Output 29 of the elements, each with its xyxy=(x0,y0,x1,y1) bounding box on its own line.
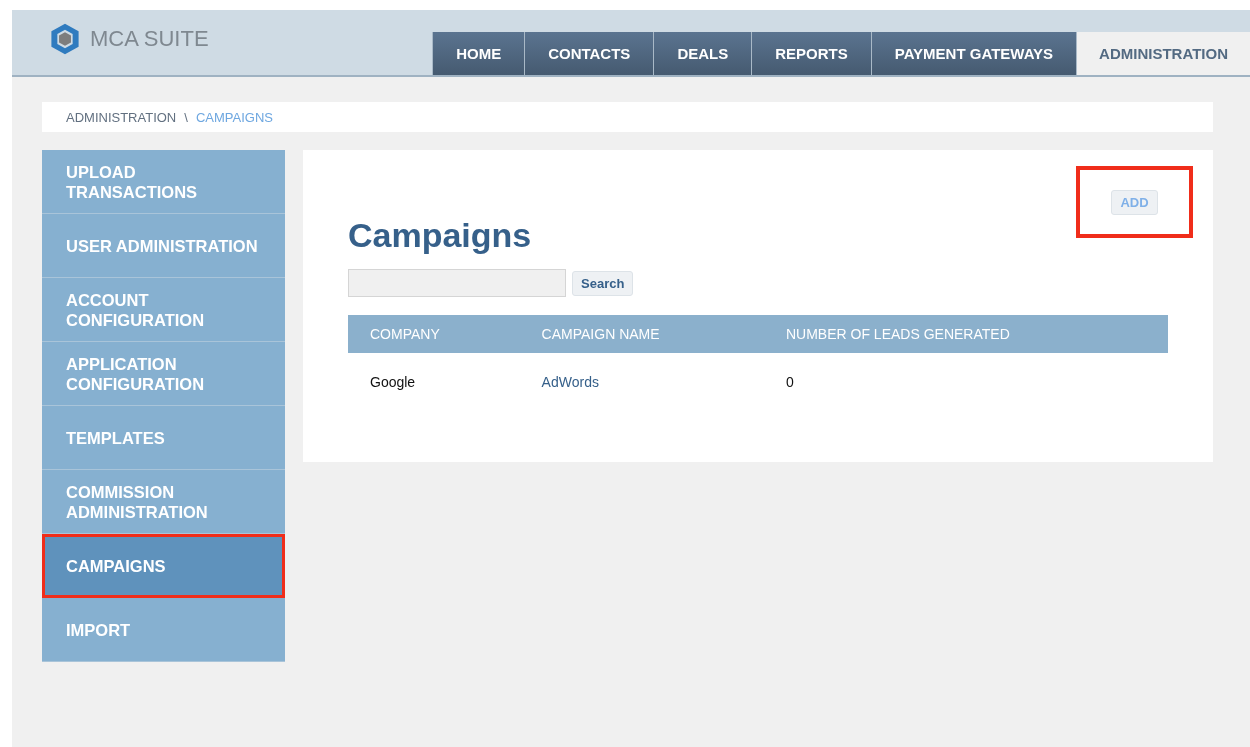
breadcrumb-link[interactable]: CAMPAIGNS xyxy=(195,109,273,125)
nav-tab[interactable]: DEALS xyxy=(653,32,752,75)
campaign-link[interactable]: AdWords xyxy=(541,374,599,390)
logo-text: MCA SUITE xyxy=(90,26,209,52)
search-button[interactable]: Search xyxy=(572,270,634,296)
column-header: NUMBER OF LEADS GENERATED xyxy=(764,315,1168,353)
nav-tab[interactable]: HOME xyxy=(432,32,525,75)
sidebar-item[interactable]: USER ADMINISTRATION xyxy=(42,214,285,278)
sidebar-item[interactable]: ACCOUNT CONFIGURATION xyxy=(42,278,285,342)
breadcrumb-link[interactable]: ADMINISTRATION xyxy=(66,109,177,125)
logo-icon xyxy=(48,22,82,56)
sidebar-item[interactable]: UPLOAD TRANSACTIONS xyxy=(42,150,285,214)
add-button[interactable]: ADD xyxy=(1111,189,1158,215)
table-cell: 0 xyxy=(786,374,794,390)
breadcrumb-separator: \ xyxy=(184,109,188,125)
nav-tab[interactable]: ADMINISTRATION xyxy=(1076,32,1250,75)
sidebar-item[interactable]: TEMPLATES xyxy=(42,406,285,470)
search-field[interactable] xyxy=(348,269,566,297)
sidebar-item[interactable]: CAMPAIGNS xyxy=(42,534,285,598)
nav-tab[interactable]: REPORTS xyxy=(751,32,871,75)
table-cell: Google xyxy=(370,374,416,390)
sidebar-item[interactable]: IMPORT xyxy=(42,598,285,662)
column-header: CAMPAIGN NAME xyxy=(519,315,764,353)
nav-tab[interactable]: PAYMENT GATEWAYS xyxy=(870,32,1077,75)
column-header: COMPANY xyxy=(348,315,520,353)
page-title: Campaigns xyxy=(348,216,532,255)
sidebar-item[interactable]: APPLICATION CONFIGURATION xyxy=(42,342,285,406)
sidebar-item[interactable]: COMMISSION ADMINISTRATION xyxy=(42,470,285,534)
nav-tab[interactable]: CONTACTS xyxy=(524,32,654,75)
